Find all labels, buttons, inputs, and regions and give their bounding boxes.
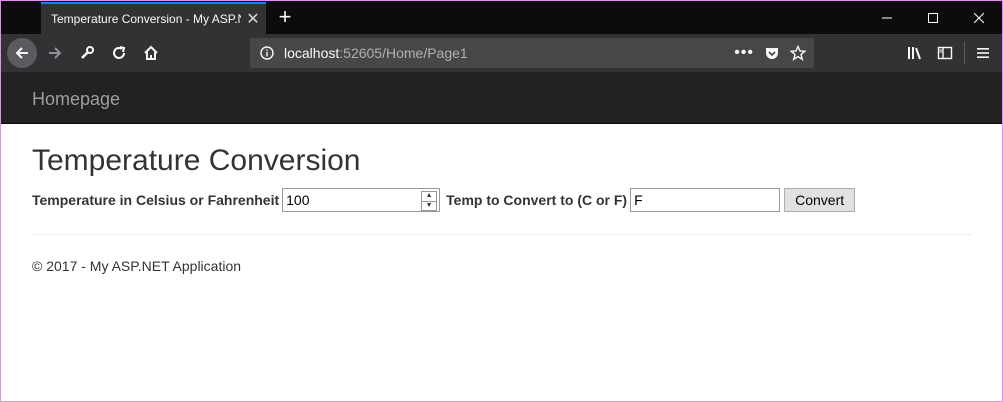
url-text: localhost:52605/Home/Page1: [284, 45, 468, 61]
bookmark-star-icon[interactable]: [790, 45, 806, 61]
toolbar-separator: [964, 42, 965, 64]
forward-icon[interactable]: [41, 39, 69, 67]
brand-link[interactable]: Homepage: [32, 89, 120, 110]
url-host: localhost: [284, 45, 340, 61]
spinner[interactable]: ▲ ▼: [421, 191, 438, 211]
target-unit-value: F: [634, 192, 643, 208]
window-close-icon[interactable]: [956, 1, 1002, 34]
maximize-icon[interactable]: [910, 1, 956, 34]
library-icon[interactable]: [901, 39, 929, 67]
more-icon[interactable]: •••: [734, 44, 754, 62]
convert-button[interactable]: Convert: [784, 188, 856, 212]
close-tab-icon[interactable]: ✕: [245, 9, 261, 29]
spin-up-icon[interactable]: ▲: [422, 192, 436, 201]
info-icon[interactable]: [260, 46, 274, 60]
home-icon[interactable]: [137, 39, 165, 67]
pocket-icon[interactable]: [764, 45, 780, 61]
reload-icon[interactable]: [105, 39, 133, 67]
target-unit-label: Temp to Convert to (C or F): [446, 192, 628, 208]
main-content: Temperature Conversion Temperature in Ce…: [32, 124, 972, 274]
temperature-label: Temperature in Celsius or Fahrenheit: [32, 192, 280, 208]
temperature-input[interactable]: 100 ▲ ▼: [282, 188, 441, 212]
url-bar[interactable]: localhost:52605/Home/Page1 •••: [250, 38, 814, 68]
temperature-value: 100: [286, 192, 310, 208]
target-unit-input[interactable]: F: [630, 188, 781, 212]
browser-toolbar: localhost:52605/Home/Page1 •••: [1, 34, 1002, 72]
page-title: Temperature Conversion: [32, 144, 361, 177]
url-path: :52605/Home/Page1: [339, 45, 468, 61]
back-icon[interactable]: [7, 38, 37, 68]
browser-tab[interactable]: Temperature Conversion - My ASP.NET Appl…: [41, 2, 266, 34]
sidebar-icon[interactable]: [931, 39, 959, 67]
footer-text: © 2017 - My ASP.NET Application: [32, 258, 242, 274]
divider: [32, 234, 972, 235]
tab-title: Temperature Conversion - My ASP.NET Appl…: [51, 12, 241, 26]
spin-down-icon[interactable]: ▼: [422, 200, 437, 211]
conversion-form: Temperature in Celsius or Fahrenheit 100…: [32, 187, 972, 213]
tab-strip: Temperature Conversion - My ASP.NET Appl…: [1, 1, 1002, 34]
new-tab-icon[interactable]: +: [273, 5, 297, 29]
site-navbar: Homepage: [1, 72, 1002, 124]
menu-icon[interactable]: [969, 39, 997, 67]
wrench-icon[interactable]: [73, 39, 101, 67]
minimize-icon[interactable]: [864, 1, 910, 34]
